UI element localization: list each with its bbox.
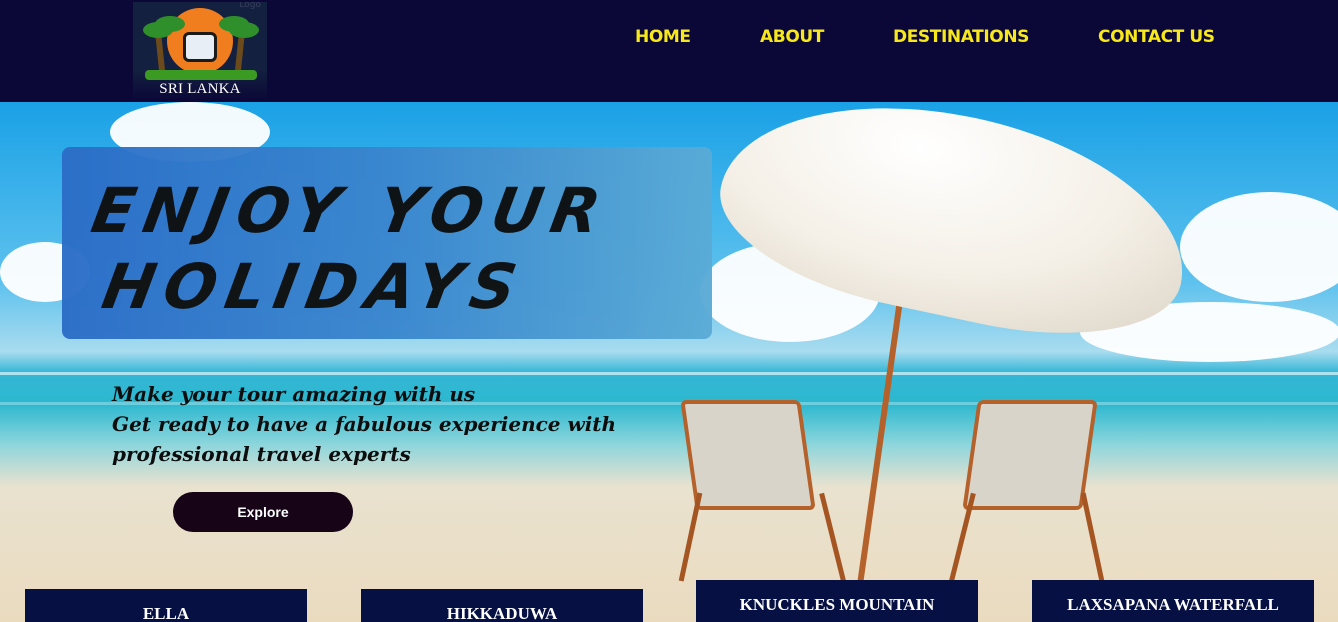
logo-watermark: Logo	[239, 2, 261, 10]
hero-tagline: Make your tour amazing with us Get ready…	[112, 379, 617, 469]
destination-card-knuckles-mountain[interactable]: KNUCKLES MOUNTAIN	[696, 580, 978, 622]
navbar: Logo SRI LANKA TOURS HOME ABOUT DESTINAT…	[0, 0, 1338, 102]
bus-icon	[183, 32, 217, 62]
cloud-decoration	[1180, 192, 1338, 302]
sri-lanka-tours-logo[interactable]: Logo SRI LANKA TOURS	[133, 2, 267, 100]
tagline-line-2: Get ready to have a fabulous experience …	[112, 412, 617, 436]
nav-destinations-link[interactable]: DESTINATIONS	[893, 27, 1029, 47]
destination-card-hikkaduwa[interactable]: HIKKADUWA	[361, 589, 643, 622]
explore-button[interactable]: Explore	[173, 492, 353, 532]
destination-card-laxsapana-waterfall[interactable]: LAXSAPANA WATERFALL	[1032, 580, 1314, 622]
hero-title-panel: ENJOY YOUR HOLIDAYS	[62, 147, 712, 339]
tagline-line-1: Make your tour amazing with us	[112, 382, 476, 406]
tagline-line-3: professional travel experts	[112, 442, 411, 466]
hero-title-line-1: ENJOY YOUR	[86, 174, 615, 247]
nav-about-link[interactable]: ABOUT	[760, 27, 824, 47]
nav-home-link[interactable]: HOME	[635, 27, 691, 47]
hero-title: ENJOY YOUR HOLIDAYS	[73, 173, 720, 325]
logo-text: SRI LANKA TOURS	[159, 81, 241, 100]
nav-contact-link[interactable]: CONTACT US	[1098, 27, 1215, 47]
destination-card-ella[interactable]: ELLA	[25, 589, 307, 622]
hero-title-line-2: HOLIDAYS	[96, 250, 531, 323]
beach-chair-image	[962, 400, 1098, 510]
hero-banner: ENJOY YOUR HOLIDAYS Make your tour amazi…	[0, 102, 1338, 622]
